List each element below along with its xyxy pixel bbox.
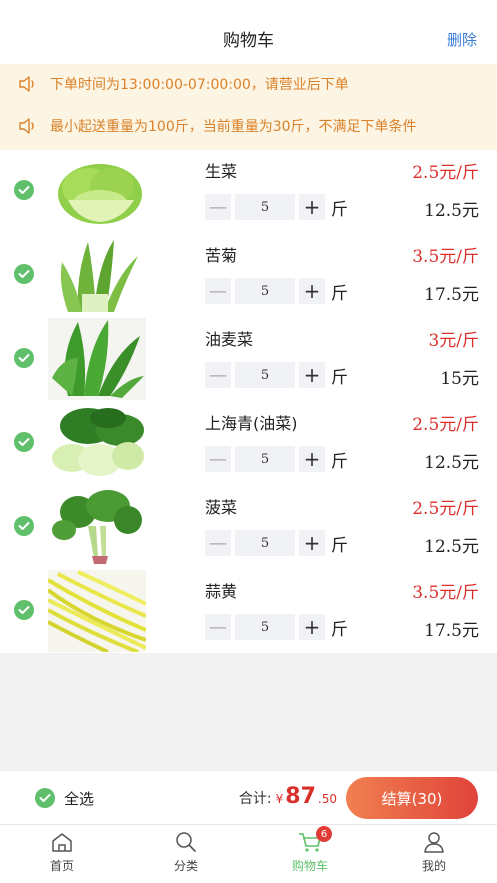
item-subtotal: 12.5元 xyxy=(424,201,479,221)
tab-label: 购物车 xyxy=(291,859,328,873)
notice-line: 下单时间为13:00:00-07:00:00，请营业后下单 xyxy=(18,73,349,95)
notice-banner: 下单时间为13:00:00-07:00:00，请营业后下单 最小起送重量为100… xyxy=(0,64,497,150)
tab-label: 首页 xyxy=(49,859,74,873)
total-decimal: .50 xyxy=(317,792,337,806)
product-name: 生菜 xyxy=(205,162,238,181)
quantity-input[interactable]: 5 xyxy=(235,446,295,472)
cart-item: 蒜黄 3.5元/斤 — 5 + 斤 17.5元 xyxy=(0,570,497,654)
notice-text: 下单时间为13:00:00-07:00:00，请营业后下单 xyxy=(50,77,349,93)
tab-home[interactable]: 首页 xyxy=(0,825,124,883)
quantity-input[interactable]: 5 xyxy=(235,278,295,304)
unit-price: 2.5元/斤 xyxy=(412,415,479,435)
product-image[interactable] xyxy=(48,318,146,400)
increment-button[interactable]: + xyxy=(299,614,325,640)
increment-button[interactable]: + xyxy=(299,530,325,556)
unit-label: 斤 xyxy=(331,283,348,304)
tab-mine[interactable]: 我的 xyxy=(372,825,496,883)
product-image[interactable] xyxy=(48,570,146,652)
unit-label: 斤 xyxy=(331,451,348,472)
user-icon xyxy=(424,832,444,853)
currency-symbol: ¥ xyxy=(275,792,284,806)
decrement-button[interactable]: — xyxy=(205,194,231,220)
unit-price: 2.5元/斤 xyxy=(412,163,479,183)
home-icon xyxy=(52,833,72,852)
item-subtotal: 17.5元 xyxy=(424,621,479,641)
checkout-button[interactable]: 结算(30) xyxy=(346,777,478,819)
item-subtotal: 17.5元 xyxy=(424,285,479,305)
quantity-stepper: — 5 + 斤 xyxy=(205,530,348,556)
unit-label: 斤 xyxy=(331,619,348,640)
item-check-icon[interactable] xyxy=(14,348,34,368)
speaker-icon xyxy=(19,76,34,92)
cart-list: 生菜 2.5元/斤 — 5 + 斤 12.5元 苦菊 3.5元/斤 — 5 + … xyxy=(0,150,497,653)
item-check-icon[interactable] xyxy=(14,264,34,284)
select-all-label[interactable]: 全选 xyxy=(64,788,94,809)
cart-item: 苦菊 3.5元/斤 — 5 + 斤 17.5元 xyxy=(0,234,497,318)
decrement-button[interactable]: — xyxy=(205,530,231,556)
unit-label: 斤 xyxy=(331,199,348,220)
total-integer: 87 xyxy=(285,784,316,809)
quantity-stepper: — 5 + 斤 xyxy=(205,362,348,388)
speaker-icon xyxy=(19,118,34,134)
notice-line: 最小起送重量为100斤，当前重量为30斤，不满足下单条件 xyxy=(18,115,417,137)
product-name: 菠菜 xyxy=(205,498,238,517)
quantity-stepper: — 5 + 斤 xyxy=(205,614,348,640)
unit-price: 2.5元/斤 xyxy=(412,499,479,519)
item-check-icon[interactable] xyxy=(14,600,34,620)
item-check-icon[interactable] xyxy=(14,432,34,452)
product-name: 上海青(油菜) xyxy=(205,414,298,433)
item-subtotal: 12.5元 xyxy=(424,537,479,557)
tab-bar: 首页 分类 6 购物车 我的 xyxy=(0,824,497,883)
product-image[interactable] xyxy=(48,402,146,484)
decrement-button[interactable]: — xyxy=(205,614,231,640)
search-icon xyxy=(176,832,196,852)
quantity-input[interactable]: 5 xyxy=(235,194,295,220)
page-title: 购物车 xyxy=(223,31,274,51)
unit-price: 3.5元/斤 xyxy=(412,583,479,603)
cart-item: 油麦菜 3元/斤 — 5 + 斤 15元 xyxy=(0,318,497,402)
product-name: 苦菊 xyxy=(205,246,238,265)
item-check-icon[interactable] xyxy=(14,180,34,200)
unit-price: 3.5元/斤 xyxy=(412,247,479,267)
tab-category[interactable]: 分类 xyxy=(124,825,248,883)
unit-label: 斤 xyxy=(331,367,348,388)
item-subtotal: 12.5元 xyxy=(424,453,479,473)
increment-button[interactable]: + xyxy=(299,194,325,220)
tab-cart[interactable]: 6 购物车 xyxy=(248,825,372,883)
unit-price: 3元/斤 xyxy=(428,331,479,351)
quantity-input[interactable]: 5 xyxy=(235,530,295,556)
product-image[interactable] xyxy=(48,150,146,232)
increment-button[interactable]: + xyxy=(299,278,325,304)
quantity-stepper: — 5 + 斤 xyxy=(205,446,348,472)
product-image[interactable] xyxy=(48,486,146,568)
tab-label: 分类 xyxy=(173,859,198,873)
increment-button[interactable]: + xyxy=(299,446,325,472)
checkout-bar: 全选 合计: ¥ 87 .50 结算(30) xyxy=(0,770,497,824)
cart-item: 上海青(油菜) 2.5元/斤 — 5 + 斤 12.5元 xyxy=(0,402,497,486)
quantity-input[interactable]: 5 xyxy=(235,614,295,640)
product-name: 油麦菜 xyxy=(205,330,254,349)
nav-header: 购物车 删除 xyxy=(0,0,497,64)
item-check-icon[interactable] xyxy=(14,516,34,536)
item-subtotal: 15元 xyxy=(440,369,479,389)
notice-text: 最小起送重量为100斤，当前重量为30斤，不满足下单条件 xyxy=(50,119,417,135)
select-all-check-icon[interactable] xyxy=(35,788,55,808)
product-image[interactable] xyxy=(48,234,146,316)
increment-button[interactable]: + xyxy=(299,362,325,388)
quantity-stepper: — 5 + 斤 xyxy=(205,194,348,220)
decrement-button[interactable]: — xyxy=(205,362,231,388)
cart-item: 生菜 2.5元/斤 — 5 + 斤 12.5元 xyxy=(0,150,497,234)
total-price: 合计: ¥ 87 .50 xyxy=(239,784,337,809)
decrement-button[interactable]: — xyxy=(205,278,231,304)
cart-count-badge: 6 xyxy=(316,826,332,842)
cart-item: 菠菜 2.5元/斤 — 5 + 斤 12.5元 xyxy=(0,486,497,570)
decrement-button[interactable]: — xyxy=(205,446,231,472)
tab-label: 我的 xyxy=(421,859,446,873)
unit-label: 斤 xyxy=(331,535,348,556)
quantity-stepper: — 5 + 斤 xyxy=(205,278,348,304)
total-label: 合计: xyxy=(238,791,272,807)
delete-button[interactable]: 删除 xyxy=(447,29,477,50)
product-name: 蒜黄 xyxy=(205,582,238,601)
quantity-input[interactable]: 5 xyxy=(235,362,295,388)
